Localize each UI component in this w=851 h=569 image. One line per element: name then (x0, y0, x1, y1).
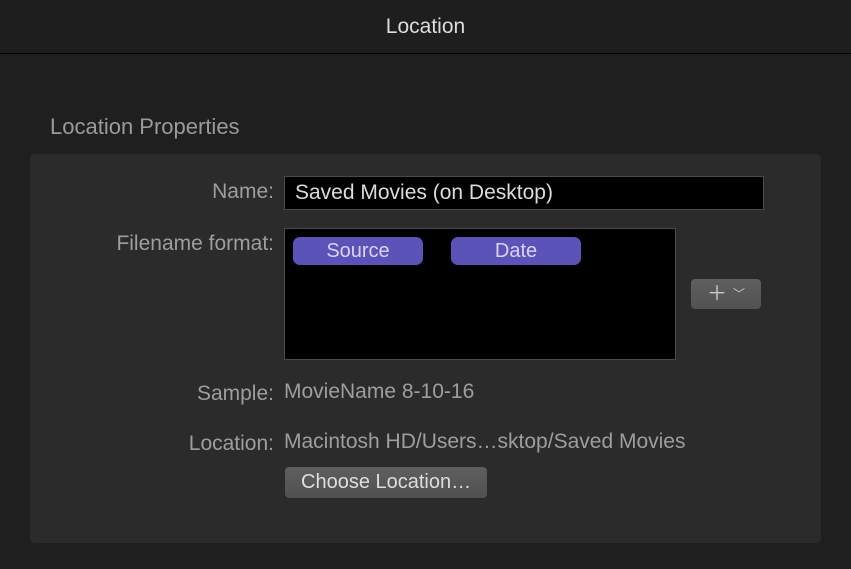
row-filename-format: Filename format: Source Date ＋ ﹀ (56, 228, 795, 360)
token-source[interactable]: Source (293, 237, 423, 265)
section-title: Location Properties (50, 114, 821, 140)
location-label: Location: (56, 428, 284, 456)
properties-panel: Name: Filename format: Source Date ＋ ﹀ S… (30, 154, 821, 543)
content-area: Location Properties Name: Filename forma… (0, 54, 851, 543)
location-value: Macintosh HD/Users…sktop/Saved Movies (284, 428, 685, 454)
add-token-button[interactable]: ＋ ﹀ (690, 278, 762, 310)
row-choose: Choose Location… (56, 466, 795, 499)
sample-label: Sample: (56, 378, 284, 406)
titlebar: Location (0, 0, 851, 54)
name-input[interactable] (284, 176, 764, 210)
filename-format-token-well[interactable]: Source Date (284, 228, 676, 360)
sample-value: MovieName 8-10-16 (284, 378, 474, 404)
row-location: Location: Macintosh HD/Users…sktop/Saved… (56, 428, 795, 456)
titlebar-title: Location (386, 15, 465, 39)
token-date[interactable]: Date (451, 237, 581, 265)
filename-format-label: Filename format: (56, 228, 284, 256)
chevron-down-icon: ﹀ (733, 288, 745, 300)
choose-spacer (56, 466, 284, 470)
name-label: Name: (56, 176, 284, 204)
choose-location-button[interactable]: Choose Location… (284, 466, 488, 499)
row-name: Name: (56, 176, 795, 210)
row-sample: Sample: MovieName 8-10-16 (56, 378, 795, 406)
plus-icon: ＋ (707, 284, 727, 304)
